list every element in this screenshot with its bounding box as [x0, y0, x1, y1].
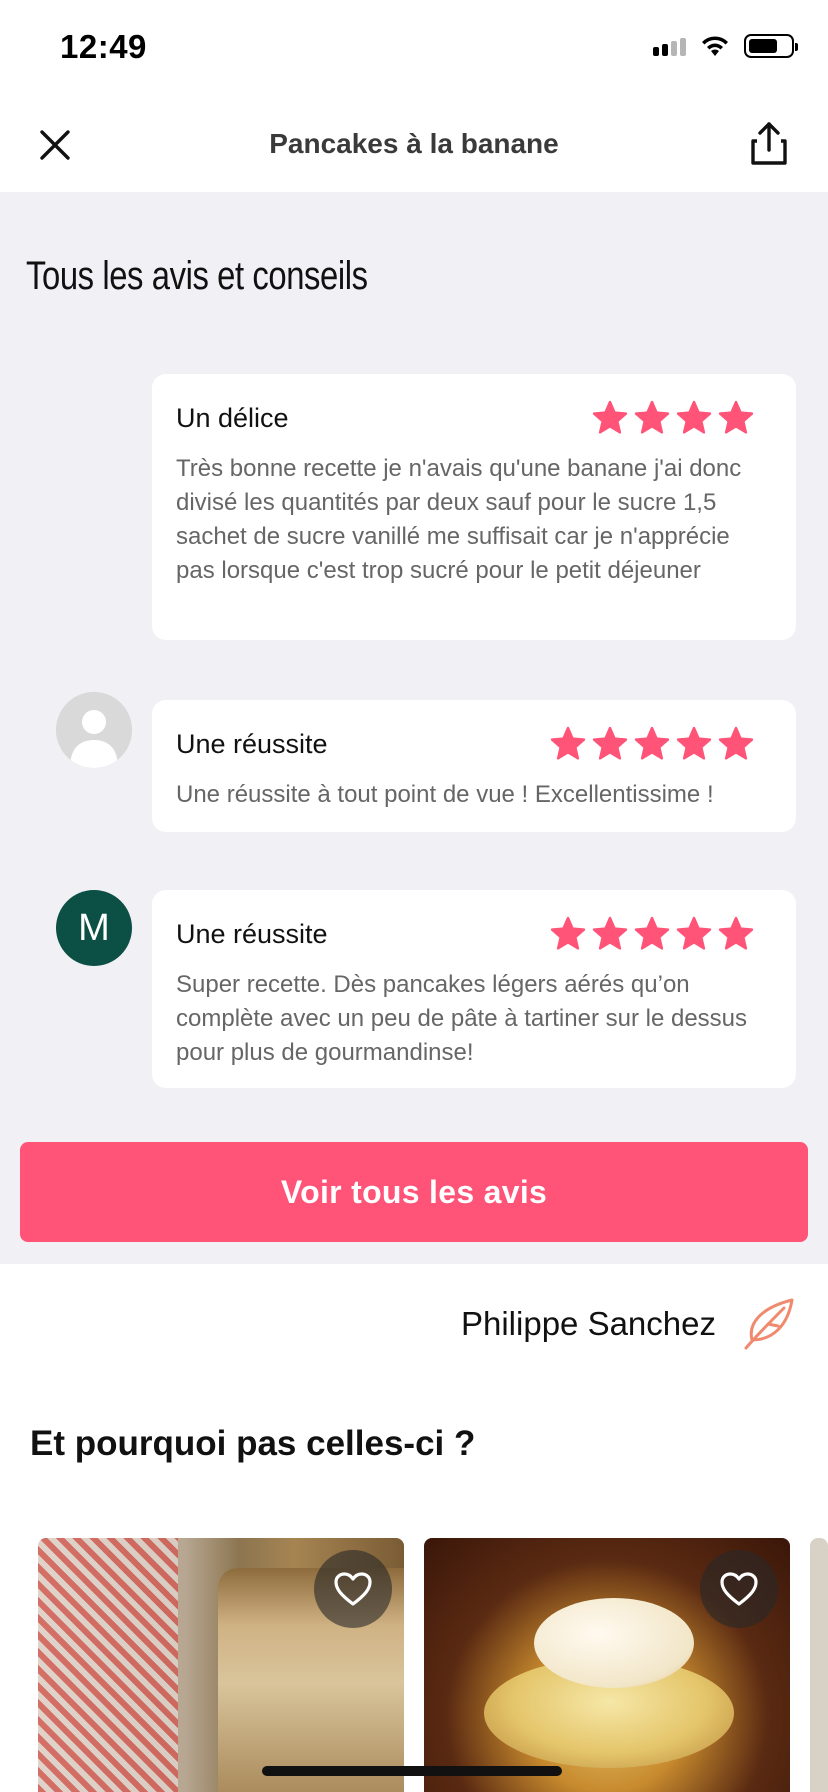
favorite-button[interactable]	[700, 1550, 778, 1628]
star-icon	[634, 726, 670, 760]
cellular-signal-icon	[653, 36, 686, 56]
review-title: Un délice	[176, 402, 289, 433]
review-card[interactable]: Une réussite Une réussite à tout point d…	[152, 700, 796, 832]
star-icon	[592, 916, 628, 950]
avatar: M	[56, 890, 132, 966]
star-icon	[718, 916, 754, 950]
home-indicator	[262, 1766, 562, 1776]
heart-outline-icon	[720, 1572, 758, 1606]
review-header: Un délice	[176, 396, 772, 440]
author-name: Philippe Sanchez	[460, 1305, 716, 1342]
review-header: Une réussite	[176, 722, 772, 766]
page-title: Pancakes à la banane	[269, 128, 559, 159]
star-icon	[718, 400, 754, 434]
star-icon	[676, 400, 712, 434]
star-icon	[676, 916, 712, 950]
review-rating	[592, 400, 754, 436]
reviews-section-title: Tous les avis et conseils	[26, 254, 368, 298]
battery-icon	[744, 34, 798, 58]
reviews-section: Tous les avis et conseils Un délice Très…	[0, 192, 828, 1264]
avatar	[56, 692, 132, 768]
review-header: Une réussite	[176, 912, 772, 956]
status-bar: 12:49	[0, 0, 828, 100]
suggestions-title: Et pourquoi pas celles-ci ?	[30, 1424, 476, 1463]
review-text: Super recette. Dès pancakes légers aérés…	[176, 971, 748, 1066]
star-icon	[550, 916, 586, 950]
recipe-card[interactable]	[810, 1538, 828, 1792]
nav-bar: Pancakes à la banane	[0, 100, 828, 192]
star-icon	[718, 726, 754, 760]
star-icon	[676, 726, 712, 760]
review-card[interactable]: Une réussite Super recette. Dès pancakes…	[152, 890, 796, 1088]
user-placeholder-icon	[56, 692, 132, 768]
status-time: 12:49	[60, 28, 147, 65]
heart-outline-icon	[334, 1572, 372, 1606]
recipe-card[interactable]	[424, 1538, 790, 1792]
author-row[interactable]: Philippe Sanchez	[461, 1294, 798, 1354]
star-icon	[592, 726, 628, 760]
feather-icon	[744, 1298, 794, 1350]
star-icon	[550, 726, 586, 760]
star-icon	[634, 916, 670, 950]
review-text: Une réussite à tout point de vue ! Excel…	[176, 781, 714, 808]
review-title: Une réussite	[176, 728, 328, 759]
status-icons	[653, 34, 798, 58]
review-rating	[550, 916, 754, 952]
review-card[interactable]: Un délice Très bonne recette je n'avais …	[152, 374, 796, 640]
star-icon	[634, 400, 670, 434]
see-all-reviews-button[interactable]: Voir tous les avis	[20, 1142, 808, 1242]
review-title: Une réussite	[176, 918, 328, 949]
share-icon	[751, 122, 787, 165]
favorite-button[interactable]	[314, 1550, 392, 1628]
review-rating	[550, 726, 754, 762]
review-text: Très bonne recette je n'avais qu'une ban…	[176, 455, 742, 584]
star-icon	[592, 400, 628, 434]
share-button[interactable]	[742, 116, 796, 172]
recipe-card[interactable]	[38, 1538, 404, 1792]
wifi-icon	[702, 36, 728, 56]
